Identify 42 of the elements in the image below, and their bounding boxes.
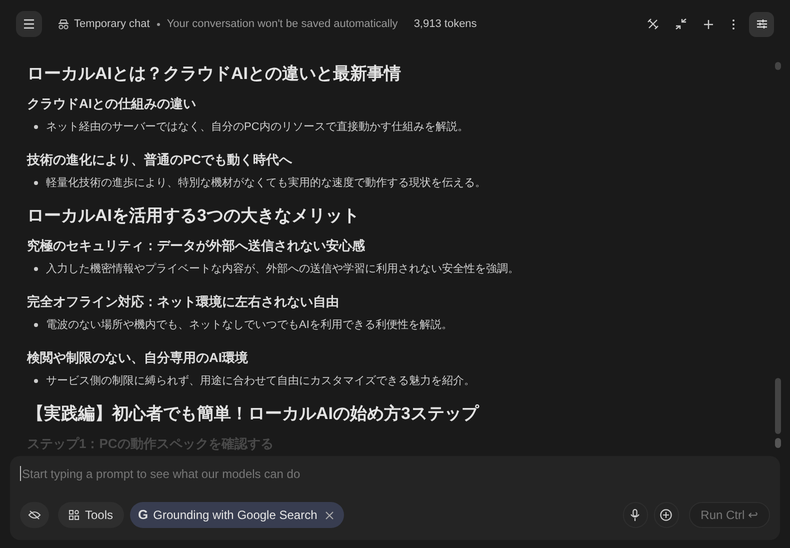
bullet-text: ネット経由のサーバーではなく、自分のPC内のリソースで直接動かす仕組みを解説。 — [46, 120, 468, 135]
token-count: 3,913 tokens — [414, 16, 477, 32]
microphone-button[interactable] — [622, 502, 648, 528]
scrollbar-thumb[interactable] — [775, 438, 781, 448]
bullet-text: 軽量化技術の進歩により、特別な機材がなくても実用的な速度で動作する現状を伝える。 — [46, 176, 486, 191]
compress-arrows-icon[interactable] — [675, 18, 687, 30]
bullet-text: 電波のない場所や機内でも、ネットなしでいつでもAIを利用できる利便性を解説。 — [46, 318, 452, 333]
sliders-icon — [756, 19, 768, 29]
chat-notice: Your conversation won't be saved automatically — [166, 16, 398, 32]
microphone-icon — [630, 509, 640, 521]
section-heading: 【実践編】初心者でも簡単！ローカルAIの始め方3ステップ — [27, 403, 480, 425]
grid-icon — [69, 510, 79, 520]
scrollbar-thumb[interactable] — [775, 62, 781, 70]
subsection-heading: 技術の進化により、普通のPCでも動く時代へ — [27, 151, 294, 169]
subsection-heading: 究極のセキュリティ：データが外部へ送信されない安心感 — [27, 237, 366, 255]
grounding-chip[interactable]: G Grounding with Google Search — [130, 502, 344, 528]
chat-title: Temporary chat — [74, 16, 150, 32]
plus-circle-icon — [660, 509, 672, 521]
subsection-heading: 完全オフライン対応：ネット環境に左右されない自由 — [27, 293, 340, 311]
subsection-heading: クラウドAIとの仕組みの違い — [27, 95, 197, 113]
incognito-icon — [58, 18, 69, 30]
menu-icon — [23, 19, 35, 29]
settings-button[interactable] — [749, 12, 774, 36]
tools-button[interactable]: Tools — [58, 502, 124, 528]
subsection-heading: 検閲や制限のない、自分専用のAI環境 — [27, 349, 249, 367]
plus-icon[interactable] — [703, 18, 714, 30]
visibility-off-button[interactable] — [20, 502, 49, 528]
menu-button[interactable] — [16, 11, 42, 37]
google-logo: G — [138, 506, 148, 524]
bullet-text: 入力した機密情報やプライベートな内容が、外部への送信や学習に利用されない安全性を強調。 — [46, 262, 519, 277]
section-heading: ローカルAIとは？クラウドAIとの違いと最新事情 — [27, 63, 402, 85]
eye-off-icon — [28, 510, 41, 520]
add-button[interactable] — [654, 502, 679, 528]
run-button[interactable]: Run Ctrl ↩ — [688, 502, 770, 528]
prompt-input[interactable]: Start typing a prompt to see what our models can do — [20, 466, 420, 481]
more-vertical-icon[interactable] — [732, 18, 735, 30]
tools-crossed-icon[interactable] — [647, 18, 659, 30]
scrollbar-thumb[interactable] — [775, 378, 781, 434]
bullet-text: サービス側の制限に縛られず、用途に合わせて自由にカスタマイズできる魅力を紹介。 — [46, 374, 475, 389]
close-icon[interactable] — [325, 510, 334, 520]
section-heading: ローカルAIを活用する3つの大きなメリット — [27, 205, 360, 227]
chip-label: Grounding with Google Search — [153, 507, 318, 524]
